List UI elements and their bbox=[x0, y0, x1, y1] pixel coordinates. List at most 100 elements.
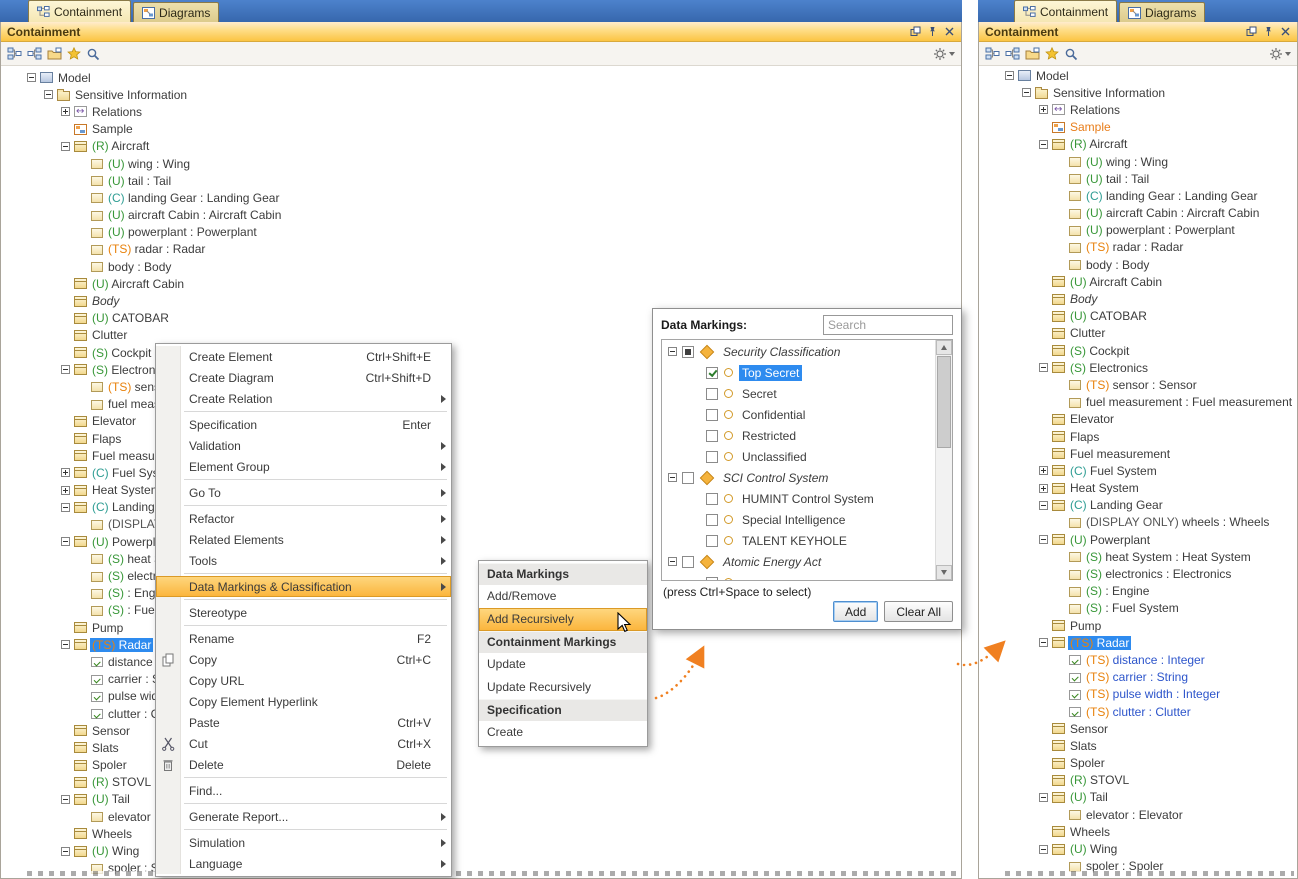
tree-row[interactable]: body : Body bbox=[1, 258, 961, 275]
tree-row[interactable]: (TS) radar : Radar bbox=[979, 239, 1297, 256]
search-icon[interactable] bbox=[86, 47, 100, 61]
expander-minus-icon[interactable] bbox=[61, 533, 74, 550]
tree-node[interactable]: Clutter bbox=[74, 328, 129, 342]
menu-item-generate-report[interactable]: Generate Report... bbox=[156, 806, 451, 827]
expander-minus-icon[interactable] bbox=[1039, 634, 1052, 651]
tree-node[interactable]: (TS) radar : Radar bbox=[91, 242, 207, 256]
tree-node[interactable]: Model bbox=[40, 71, 93, 85]
tree-row[interactable]: (R) Aircraft bbox=[1, 138, 961, 155]
tree-node[interactable]: (C) landing Gear : Landing Gear bbox=[1069, 189, 1259, 203]
tree-row[interactable]: Sensor bbox=[979, 720, 1297, 737]
menu-item-copy[interactable]: CopyCtrl+C bbox=[156, 649, 451, 670]
float-icon[interactable] bbox=[910, 26, 921, 37]
marking-row-top-secret[interactable]: Top Secret bbox=[662, 362, 936, 383]
tree-row[interactable]: Wheels bbox=[979, 823, 1297, 840]
tree-row[interactable]: (R) STOVL bbox=[1, 774, 961, 791]
tree-row[interactable]: (U) Wing bbox=[979, 840, 1297, 857]
pin-icon[interactable] bbox=[1263, 26, 1274, 37]
scroll-up-icon[interactable] bbox=[936, 340, 952, 355]
tree-row[interactable]: Model bbox=[1, 69, 961, 86]
collapse-tree-icon[interactable] bbox=[1005, 47, 1020, 60]
scroll-down-icon[interactable] bbox=[936, 565, 952, 580]
tree-row[interactable]: (U) tail : Tail bbox=[979, 170, 1297, 187]
tree-node[interactable]: Slats bbox=[1052, 739, 1099, 753]
marking-row-sci-control-system[interactable]: SCI Control System bbox=[662, 467, 936, 488]
tree-row[interactable]: (R) Aircraft bbox=[979, 136, 1297, 153]
search-icon[interactable] bbox=[1064, 47, 1078, 61]
tree-node[interactable]: (R) Aircraft bbox=[1052, 137, 1129, 151]
tree-row[interactable]: (U) Tail bbox=[1, 791, 961, 808]
expand-tree-icon[interactable] bbox=[985, 47, 1000, 60]
options-gear-icon[interactable] bbox=[1269, 47, 1291, 61]
expander-minus-icon[interactable] bbox=[1039, 789, 1052, 806]
tree-node[interactable]: Heat System bbox=[1052, 481, 1141, 495]
tree-row[interactable]: Sensitive Information bbox=[1, 86, 961, 103]
tree-node[interactable]: Elevator bbox=[1052, 412, 1116, 426]
menu-item-related-elements[interactable]: Related Elements bbox=[156, 529, 451, 550]
favorites-icon[interactable] bbox=[1045, 47, 1059, 60]
tree-row[interactable]: (S) heat System : Heat System bbox=[979, 548, 1297, 565]
tree-node[interactable]: (TS) sensor : Sensor bbox=[1069, 378, 1199, 392]
menu-item-create-diagram[interactable]: Create DiagramCtrl+Shift+D bbox=[156, 367, 451, 388]
tree-row[interactable]: (TS) sensor : Sensor bbox=[979, 376, 1297, 393]
tree-node[interactable]: Sensor bbox=[74, 724, 132, 738]
pin-icon[interactable] bbox=[927, 26, 938, 37]
tree-row[interactable]: Flaps bbox=[979, 428, 1297, 445]
tree-row[interactable]: (R) STOVL bbox=[979, 772, 1297, 789]
expander-minus-icon[interactable] bbox=[668, 343, 682, 360]
open-diagram-icon[interactable] bbox=[47, 47, 62, 60]
menu-item-paste[interactable]: PasteCtrl+V bbox=[156, 712, 451, 733]
favorites-icon[interactable] bbox=[67, 47, 81, 60]
menu-item-copy-url[interactable]: Copy URL bbox=[156, 670, 451, 691]
menu-item-go-to[interactable]: Go To bbox=[156, 482, 451, 503]
tree-node[interactable]: (U) Tail bbox=[1052, 790, 1110, 804]
tab-diagrams[interactable]: Diagrams bbox=[133, 2, 219, 22]
expander-plus-icon[interactable] bbox=[1039, 101, 1052, 118]
tree-node[interactable]: (TS) carrier : String bbox=[1069, 670, 1190, 684]
tree-node[interactable]: Sensitive Information bbox=[57, 88, 189, 102]
expander-plus-icon[interactable] bbox=[61, 464, 74, 481]
tree-row[interactable]: (U) Aircraft Cabin bbox=[979, 273, 1297, 290]
checkbox-unchecked[interactable] bbox=[706, 535, 718, 547]
tree-node[interactable]: (C) Fuel System bbox=[1052, 464, 1159, 478]
tree-node[interactable]: (S) Cockpit bbox=[1052, 344, 1131, 358]
menu-item-cut[interactable]: CutCtrl+X bbox=[156, 733, 451, 754]
tree-row[interactable]: elevator : Elevator bbox=[1, 808, 961, 825]
tree-row[interactable]: Spoler bbox=[979, 755, 1297, 772]
tree-row[interactable]: Slats bbox=[979, 737, 1297, 754]
expander-minus-icon[interactable] bbox=[61, 361, 74, 378]
expander-minus-icon[interactable] bbox=[61, 791, 74, 808]
expander-minus-icon[interactable] bbox=[44, 86, 57, 103]
checkbox-checked[interactable] bbox=[706, 367, 718, 379]
tree-row[interactable]: (C) Fuel System bbox=[979, 462, 1297, 479]
scrollbar[interactable] bbox=[935, 340, 952, 580]
expander-plus-icon[interactable] bbox=[1039, 480, 1052, 497]
tree-node[interactable]: (U) CATOBAR bbox=[1052, 309, 1149, 323]
tree-node[interactable]: Slats bbox=[74, 741, 121, 755]
tree-row[interactable]: (C) landing Gear : Landing Gear bbox=[1, 189, 961, 206]
tree-node[interactable]: (S) heat System : Heat System bbox=[1069, 550, 1253, 564]
collapse-tree-icon[interactable] bbox=[27, 47, 42, 60]
tree-row[interactable]: (U) powerplant : Powerplant bbox=[1, 224, 961, 241]
tree-node[interactable]: (TS) distance : Integer bbox=[1069, 653, 1207, 667]
open-diagram-icon[interactable] bbox=[1025, 47, 1040, 60]
menu-item-specification[interactable]: SpecificationEnter bbox=[156, 414, 451, 435]
expander-minus-icon[interactable] bbox=[668, 469, 682, 486]
tree-node[interactable]: (R) STOVL bbox=[1052, 773, 1131, 787]
tree-row[interactable]: (TS) pulse width : Integer bbox=[979, 686, 1297, 703]
tree-row[interactable]: (DISPLAY ONLY) wheels : Wheels bbox=[979, 514, 1297, 531]
tree-row[interactable]: (TS) Radar bbox=[979, 634, 1297, 651]
tree-node[interactable]: (U) Aircraft Cabin bbox=[1052, 275, 1164, 289]
menu-item-rename[interactable]: RenameF2 bbox=[156, 628, 451, 649]
tree-node[interactable]: (TS) radar : Radar bbox=[1069, 240, 1185, 254]
tree-node[interactable]: (U) wing : Wing bbox=[1069, 155, 1170, 169]
tree-node[interactable]: (U) CATOBAR bbox=[74, 311, 171, 325]
tree-node[interactable]: elevator : Elevator bbox=[1069, 808, 1185, 822]
tree-node[interactable]: fuel measurement : Fuel measurement bbox=[1069, 395, 1294, 409]
checkbox-unchecked[interactable] bbox=[706, 514, 718, 526]
tree-node[interactable]: Sensitive Information bbox=[1035, 86, 1167, 100]
marking-row-secret[interactable]: Secret bbox=[662, 383, 936, 404]
tree-node[interactable]: (S) : Engine bbox=[1069, 584, 1151, 598]
tree-node[interactable]: (TS) pulse width : Integer bbox=[1069, 687, 1222, 701]
tab-containment[interactable]: Containment bbox=[28, 0, 131, 22]
